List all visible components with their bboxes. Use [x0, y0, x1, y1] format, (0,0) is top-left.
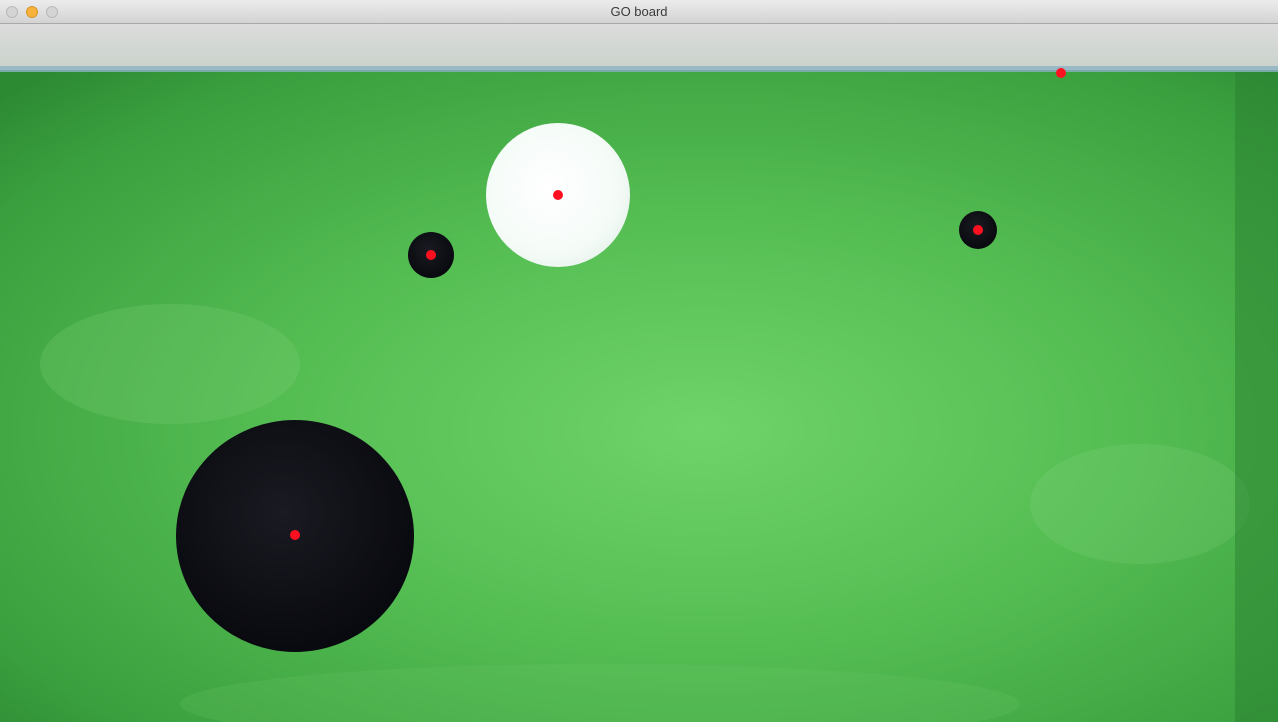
wall-strip	[0, 24, 1278, 70]
go-board-window: GO board	[0, 0, 1278, 722]
marker-dot	[1056, 68, 1066, 78]
title-bar[interactable]: GO board	[0, 0, 1278, 24]
camera-frame[interactable]	[0, 24, 1278, 722]
board-canvas[interactable]	[0, 24, 1278, 722]
reflection	[1030, 444, 1250, 564]
window-title: GO board	[610, 4, 668, 19]
reflection	[40, 304, 300, 424]
shadow	[1235, 72, 1278, 722]
marker-dot	[553, 190, 563, 200]
marker-dot	[426, 250, 436, 260]
board-edge	[0, 66, 1278, 72]
marker-dot	[973, 225, 983, 235]
marker-dot	[290, 530, 300, 540]
